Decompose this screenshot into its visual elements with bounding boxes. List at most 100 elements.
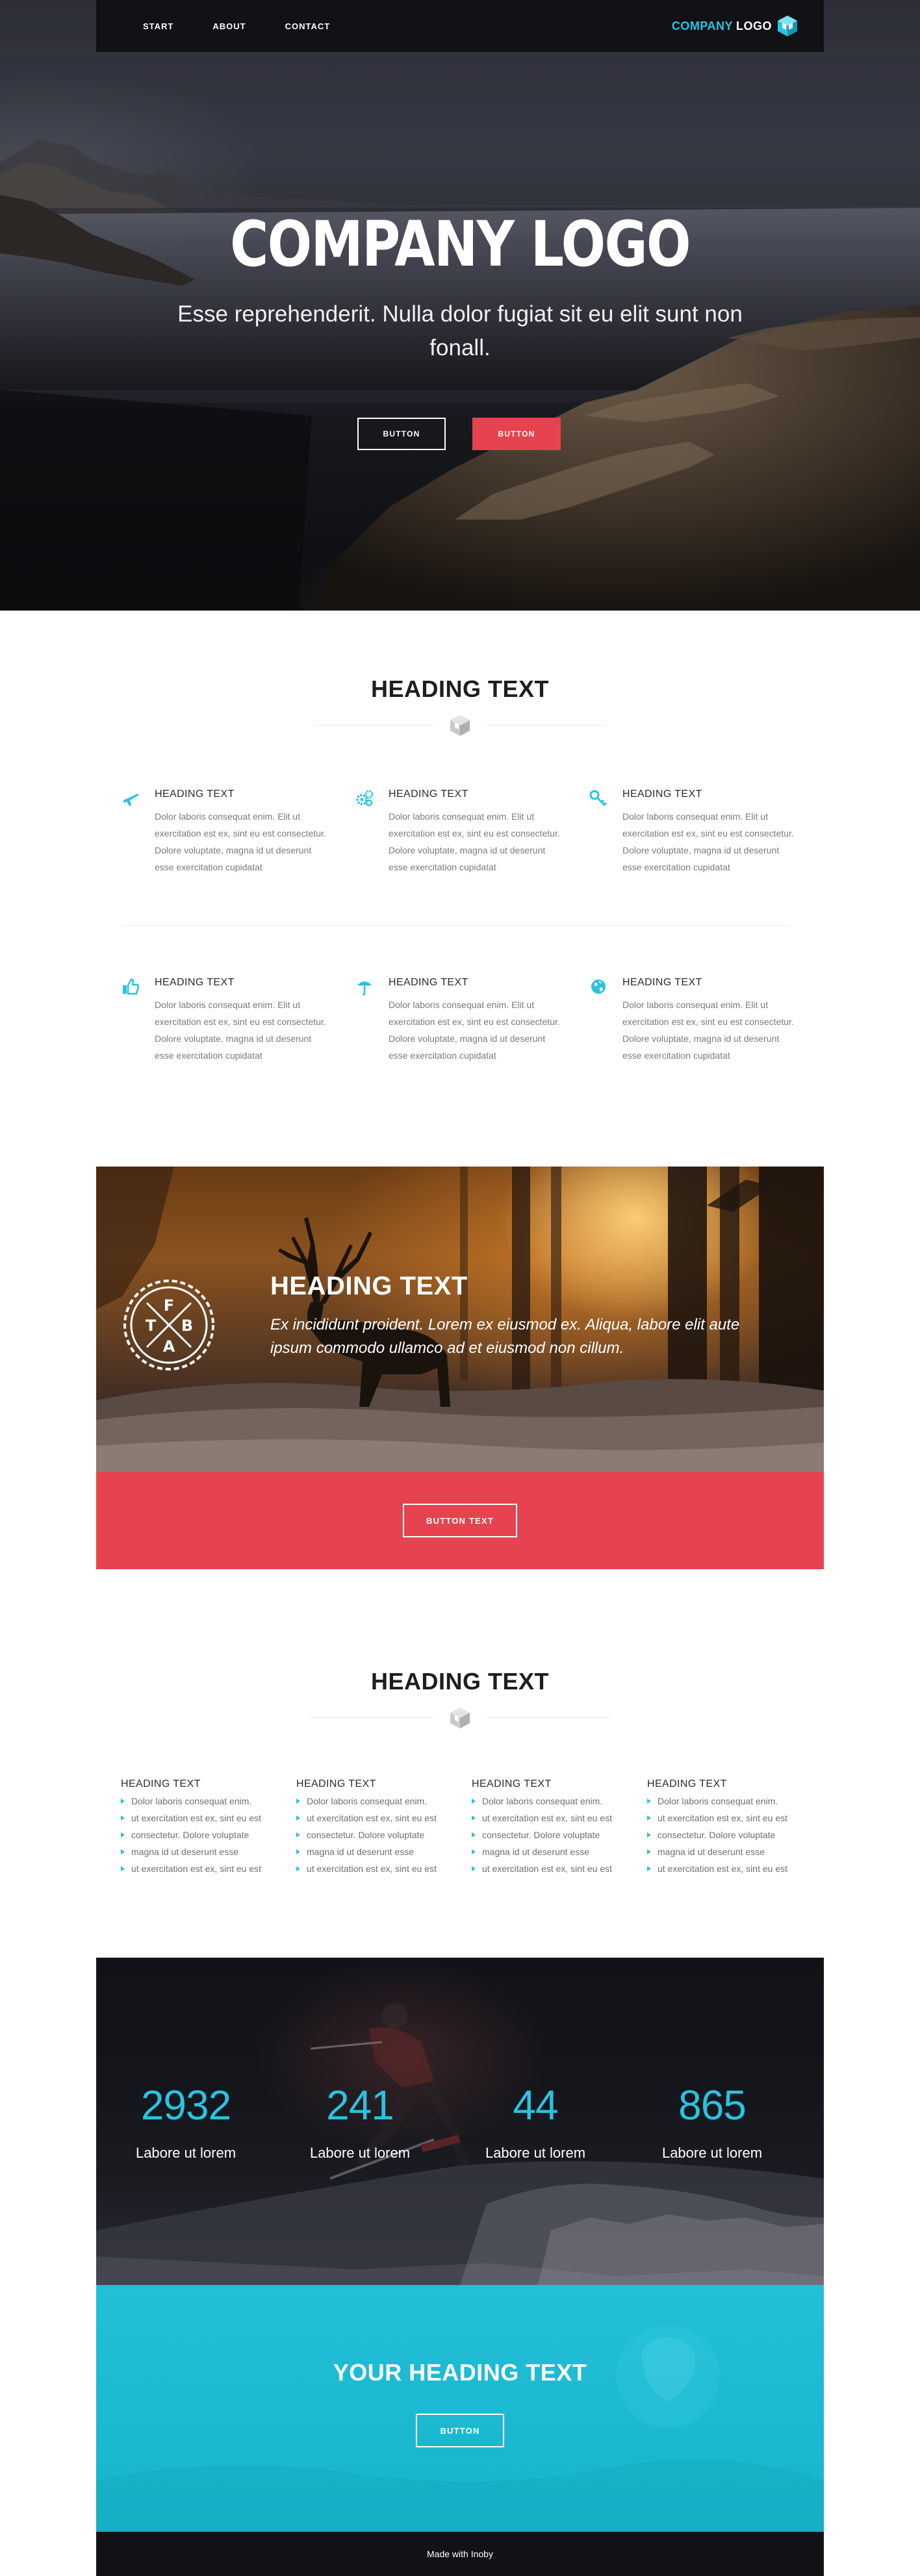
heading-divider-right: [487, 1717, 611, 1718]
arrow-bullet-icon: [472, 1815, 476, 1821]
list-item: magna id ut deserunt esse: [121, 1843, 277, 1860]
hero-section: START ABOUT CONTACT COMPANY LOGO COMPANY…: [0, 0, 920, 611]
tfba-badge-logo: F T B A: [123, 1280, 214, 1370]
banner-text: Ex incididunt proident. Lorem ex eiusmod…: [270, 1316, 740, 1357]
list-item: Dolor laboris consequat enim.: [296, 1793, 452, 1810]
list-column-title: HEADING TEXT: [296, 1778, 376, 1789]
hero-subtitle: Esse reprehenderit. Nulla dolor fugiat s…: [177, 301, 743, 360]
cube-divider-icon: [450, 1708, 470, 1728]
list-item: Dolor laboris consequat enim.: [121, 1793, 277, 1810]
stat-label: Labore ut lorem: [485, 2145, 586, 2161]
gears-icon: [356, 790, 374, 807]
stat-label: Labore ut lorem: [135, 2145, 236, 2161]
feature-text: Dolor laboris consequat enim. Elit ut ex…: [155, 811, 326, 872]
list-item: ut exercitation est ex, sint eu est: [121, 1860, 277, 1877]
feature-text: Dolor laboris consequat enim. Elit ut ex…: [389, 811, 560, 872]
stat-label: Labore ut lorem: [661, 2145, 763, 2161]
brand-logo[interactable]: COMPANY LOGO: [672, 14, 798, 38]
list-item: consectetur. Dolore voluptate: [647, 1826, 803, 1843]
top-navigation: START ABOUT CONTACT COMPANY LOGO: [96, 0, 824, 52]
arrow-bullet-icon: [647, 1799, 651, 1804]
nav-link-about[interactable]: ABOUT: [212, 21, 246, 31]
cube-logo-icon: [778, 16, 797, 36]
arrow-bullet-icon: [296, 1832, 300, 1837]
list-section-heading: HEADING TEXT: [370, 1668, 549, 1695]
banner-section: F T B A HEADING TEXT Ex incididunt proid…: [96, 1167, 824, 1472]
badge-letter-right: B: [181, 1317, 193, 1335]
stat-value: 44: [513, 2082, 558, 2128]
nav-link-contact[interactable]: CONTACT: [285, 21, 331, 31]
list-column: HEADING TEXT Dolor laboris consequat eni…: [472, 1778, 628, 1877]
arrow-bullet-icon: [296, 1799, 300, 1804]
hero-outline-button[interactable]: BUTTON: [357, 418, 446, 450]
list-item: consectetur. Dolore voluptate: [121, 1826, 277, 1843]
bullet-list: Dolor laboris consequat enim. ut exercit…: [472, 1793, 628, 1877]
list-item: magna id ut deserunt esse: [472, 1843, 628, 1860]
footer-credit[interactable]: Made with Inoby: [427, 2549, 493, 2559]
cube-divider-icon: [450, 715, 470, 736]
banner-button[interactable]: BUTTON TEXT: [403, 1504, 517, 1537]
list-item: Dolor laboris consequat enim.: [472, 1793, 628, 1810]
bullet-list: Dolor laboris consequat enim. ut exercit…: [647, 1793, 803, 1877]
list-item: ut exercitation est ex, sint eu est: [472, 1860, 628, 1877]
stat-value: 2932: [140, 2082, 231, 2128]
umbrella-icon: [357, 981, 372, 996]
arrow-bullet-icon: [647, 1815, 651, 1821]
arrow-bullet-icon: [296, 1815, 300, 1821]
bullet-list: Dolor laboris consequat enim. ut exercit…: [121, 1793, 277, 1877]
feature-title: HEADING TEXT: [155, 789, 235, 800]
list-item: ut exercitation est ex, sint eu est: [296, 1860, 452, 1877]
feature-text: Dolor laboris consequat enim. Elit ut ex…: [155, 1000, 326, 1061]
cta-heading: YOUR HEADING TEXT: [333, 2359, 587, 2386]
cta-section: YOUR HEADING TEXT BUTTON: [96, 2285, 824, 2532]
list-item: Dolor laboris consequat enim.: [647, 1793, 803, 1810]
cta-button[interactable]: BUTTON: [416, 2414, 504, 2447]
arrow-bullet-icon: [472, 1866, 476, 1871]
nav-link-start[interactable]: START: [143, 21, 173, 31]
arrow-bullet-icon: [647, 1849, 651, 1854]
stat-value: 241: [326, 2082, 394, 2128]
bullet-list: Dolor laboris consequat enim. ut exercit…: [296, 1793, 452, 1877]
feature-title: HEADING TEXT: [389, 977, 468, 988]
feature-text: Dolor laboris consequat enim. Elit ut ex…: [622, 811, 794, 872]
feature-title: HEADING TEXT: [155, 977, 235, 988]
stat-item: 2932 Labore ut lorem: [101, 2081, 270, 2162]
globe-icon: [591, 979, 606, 994]
key-icon: [589, 790, 607, 807]
feature-text: Dolor laboris consequat enim. Elit ut ex…: [622, 1000, 794, 1061]
list-column: HEADING TEXT Dolor laboris consequat eni…: [296, 1778, 452, 1877]
list-item: ut exercitation est ex, sint eu est: [647, 1860, 803, 1877]
arrow-bullet-icon: [472, 1849, 476, 1854]
footer: Made with Inoby: [96, 2532, 824, 2576]
stat-item: 865 Labore ut lorem: [628, 2081, 797, 2162]
arrow-bullet-icon: [472, 1799, 476, 1804]
stat-item: 44 Labore ut lorem: [451, 2081, 620, 2162]
badge-letter-top: F: [164, 1296, 174, 1315]
feature-title: HEADING TEXT: [622, 789, 702, 800]
feature-text: Dolor laboris consequat enim. Elit ut ex…: [389, 1000, 560, 1061]
list-column-title: HEADING TEXT: [472, 1778, 552, 1789]
hero-title: COMPANY LOGO: [230, 208, 691, 281]
list-item: consectetur. Dolore voluptate: [296, 1826, 452, 1843]
features-row-divider: [121, 925, 791, 926]
heading-divider-left: [309, 1717, 433, 1718]
feature-title: HEADING TEXT: [622, 977, 702, 988]
stat-value: 865: [678, 2082, 747, 2128]
list-column: HEADING TEXT Dolor laboris consequat eni…: [121, 1778, 277, 1877]
arrow-bullet-icon: [121, 1815, 125, 1821]
thumbs-up-icon: [123, 978, 140, 995]
list-column: HEADING TEXT Dolor laboris consequat eni…: [647, 1778, 803, 1877]
heading-divider-right: [487, 725, 604, 726]
brand-logo-part2: LOGO: [736, 19, 772, 32]
list-item: ut exercitation est ex, sint eu est: [647, 1810, 803, 1826]
list-item: magna id ut deserunt esse: [647, 1843, 803, 1860]
nav-links: START ABOUT CONTACT: [143, 0, 369, 52]
features-heading: HEADING TEXT: [370, 676, 549, 702]
arrow-bullet-icon: [121, 1832, 125, 1837]
arrow-bullet-icon: [296, 1866, 300, 1871]
badge-letter-bottom: A: [163, 1337, 175, 1356]
hero-primary-button[interactable]: BUTTON: [472, 418, 561, 450]
list-item: magna id ut deserunt esse: [296, 1843, 452, 1860]
badge-letter-left: T: [146, 1317, 157, 1335]
stat-item: 241 Labore ut lorem: [275, 2081, 444, 2162]
